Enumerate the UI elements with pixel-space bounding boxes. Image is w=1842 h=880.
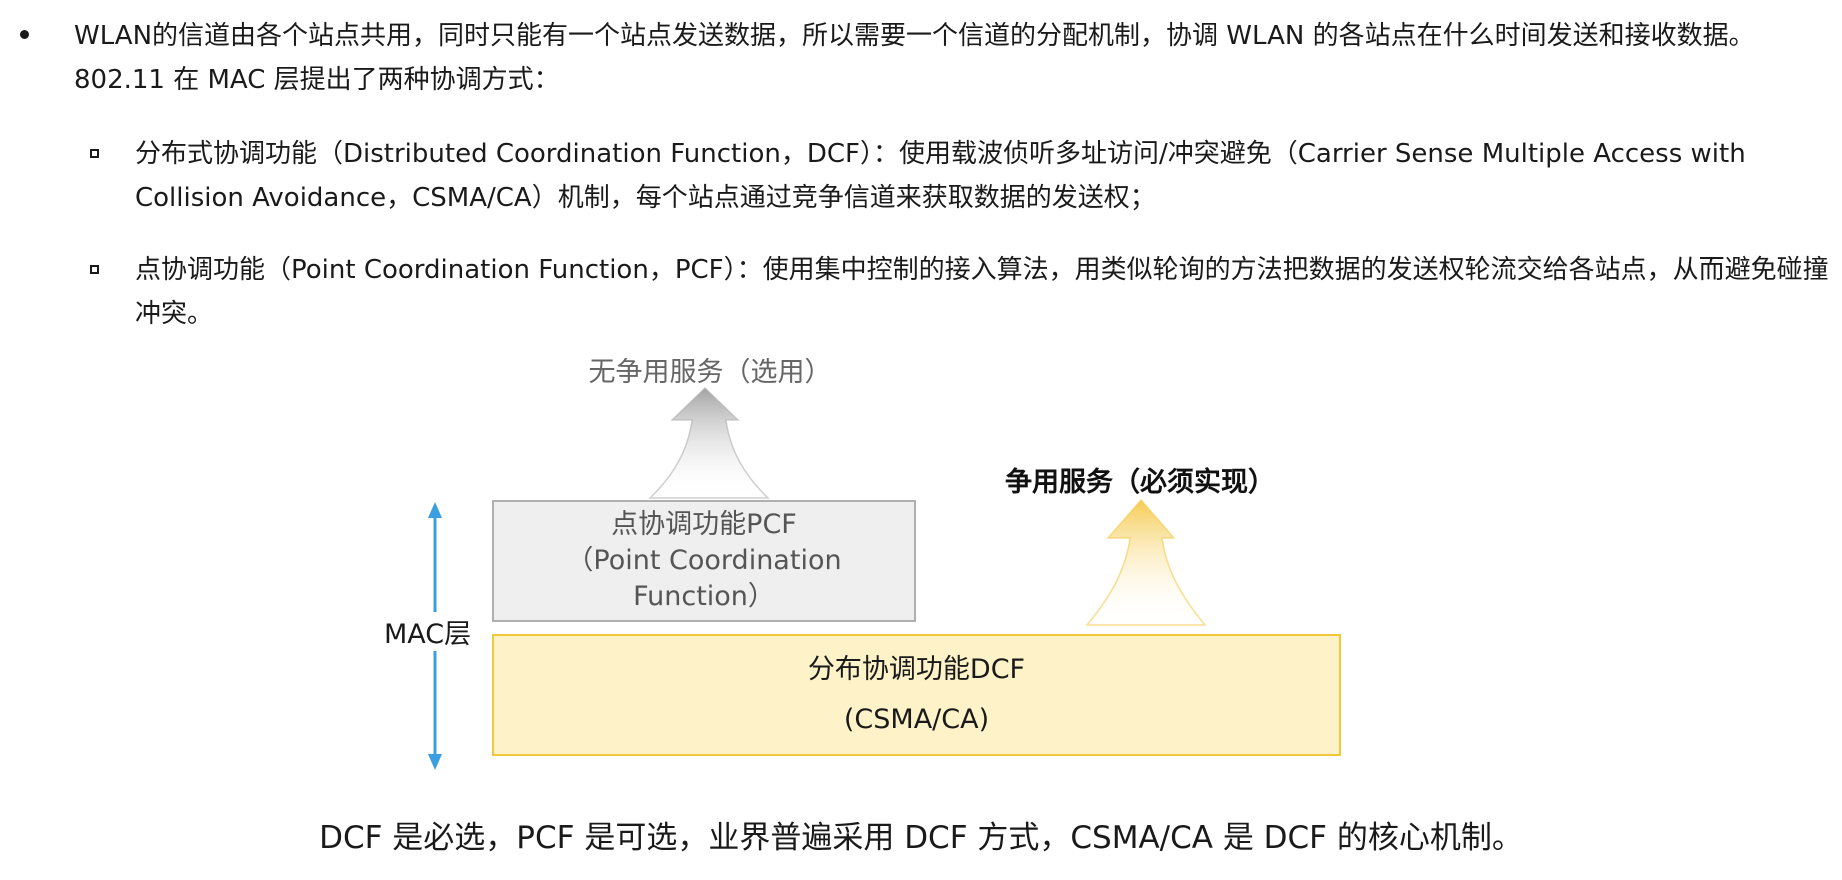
conclusion-text: DCF 是必选，PCF 是可选，业界普遍采用 DCF 方式，CSMA/CA 是 … xyxy=(319,820,1523,856)
pcf-box-line3: Function） xyxy=(633,581,775,612)
pcf-box-line2: （Point Coordination xyxy=(566,545,842,576)
contention-free-arrow-icon xyxy=(648,386,770,499)
contention-service-label: 争用服务（必须实现） xyxy=(1005,467,1275,498)
contention-arrow-icon xyxy=(1085,498,1207,626)
contention-free-service-label: 无争用服务（选用） xyxy=(588,357,832,388)
pcf-box: 点协调功能PCF （Point Coordination Function） xyxy=(492,500,916,622)
dcf-box-line2: (CSMA/CA) xyxy=(843,704,990,735)
pcf-box-line1: 点协调功能PCF xyxy=(611,509,797,540)
dcf-box-line1: 分布协调功能DCF xyxy=(807,654,1026,685)
mac-layer-label: MAC层 xyxy=(382,612,474,651)
dcf-box: 分布协调功能DCF (CSMA/CA) xyxy=(492,634,1341,756)
